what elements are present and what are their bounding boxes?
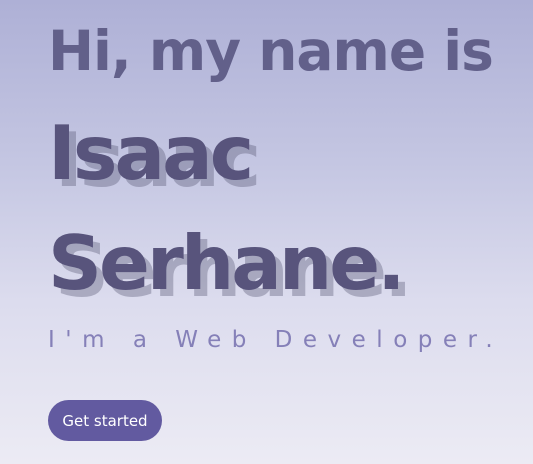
role-subtitle: I'm a Web Developer. [48, 327, 504, 353]
first-name-heading: Isaac [48, 109, 254, 197]
get-started-button[interactable]: Get started [48, 400, 162, 441]
intro-heading: Hi, my name is [48, 19, 494, 83]
last-name-heading: Serhane. [48, 219, 406, 307]
